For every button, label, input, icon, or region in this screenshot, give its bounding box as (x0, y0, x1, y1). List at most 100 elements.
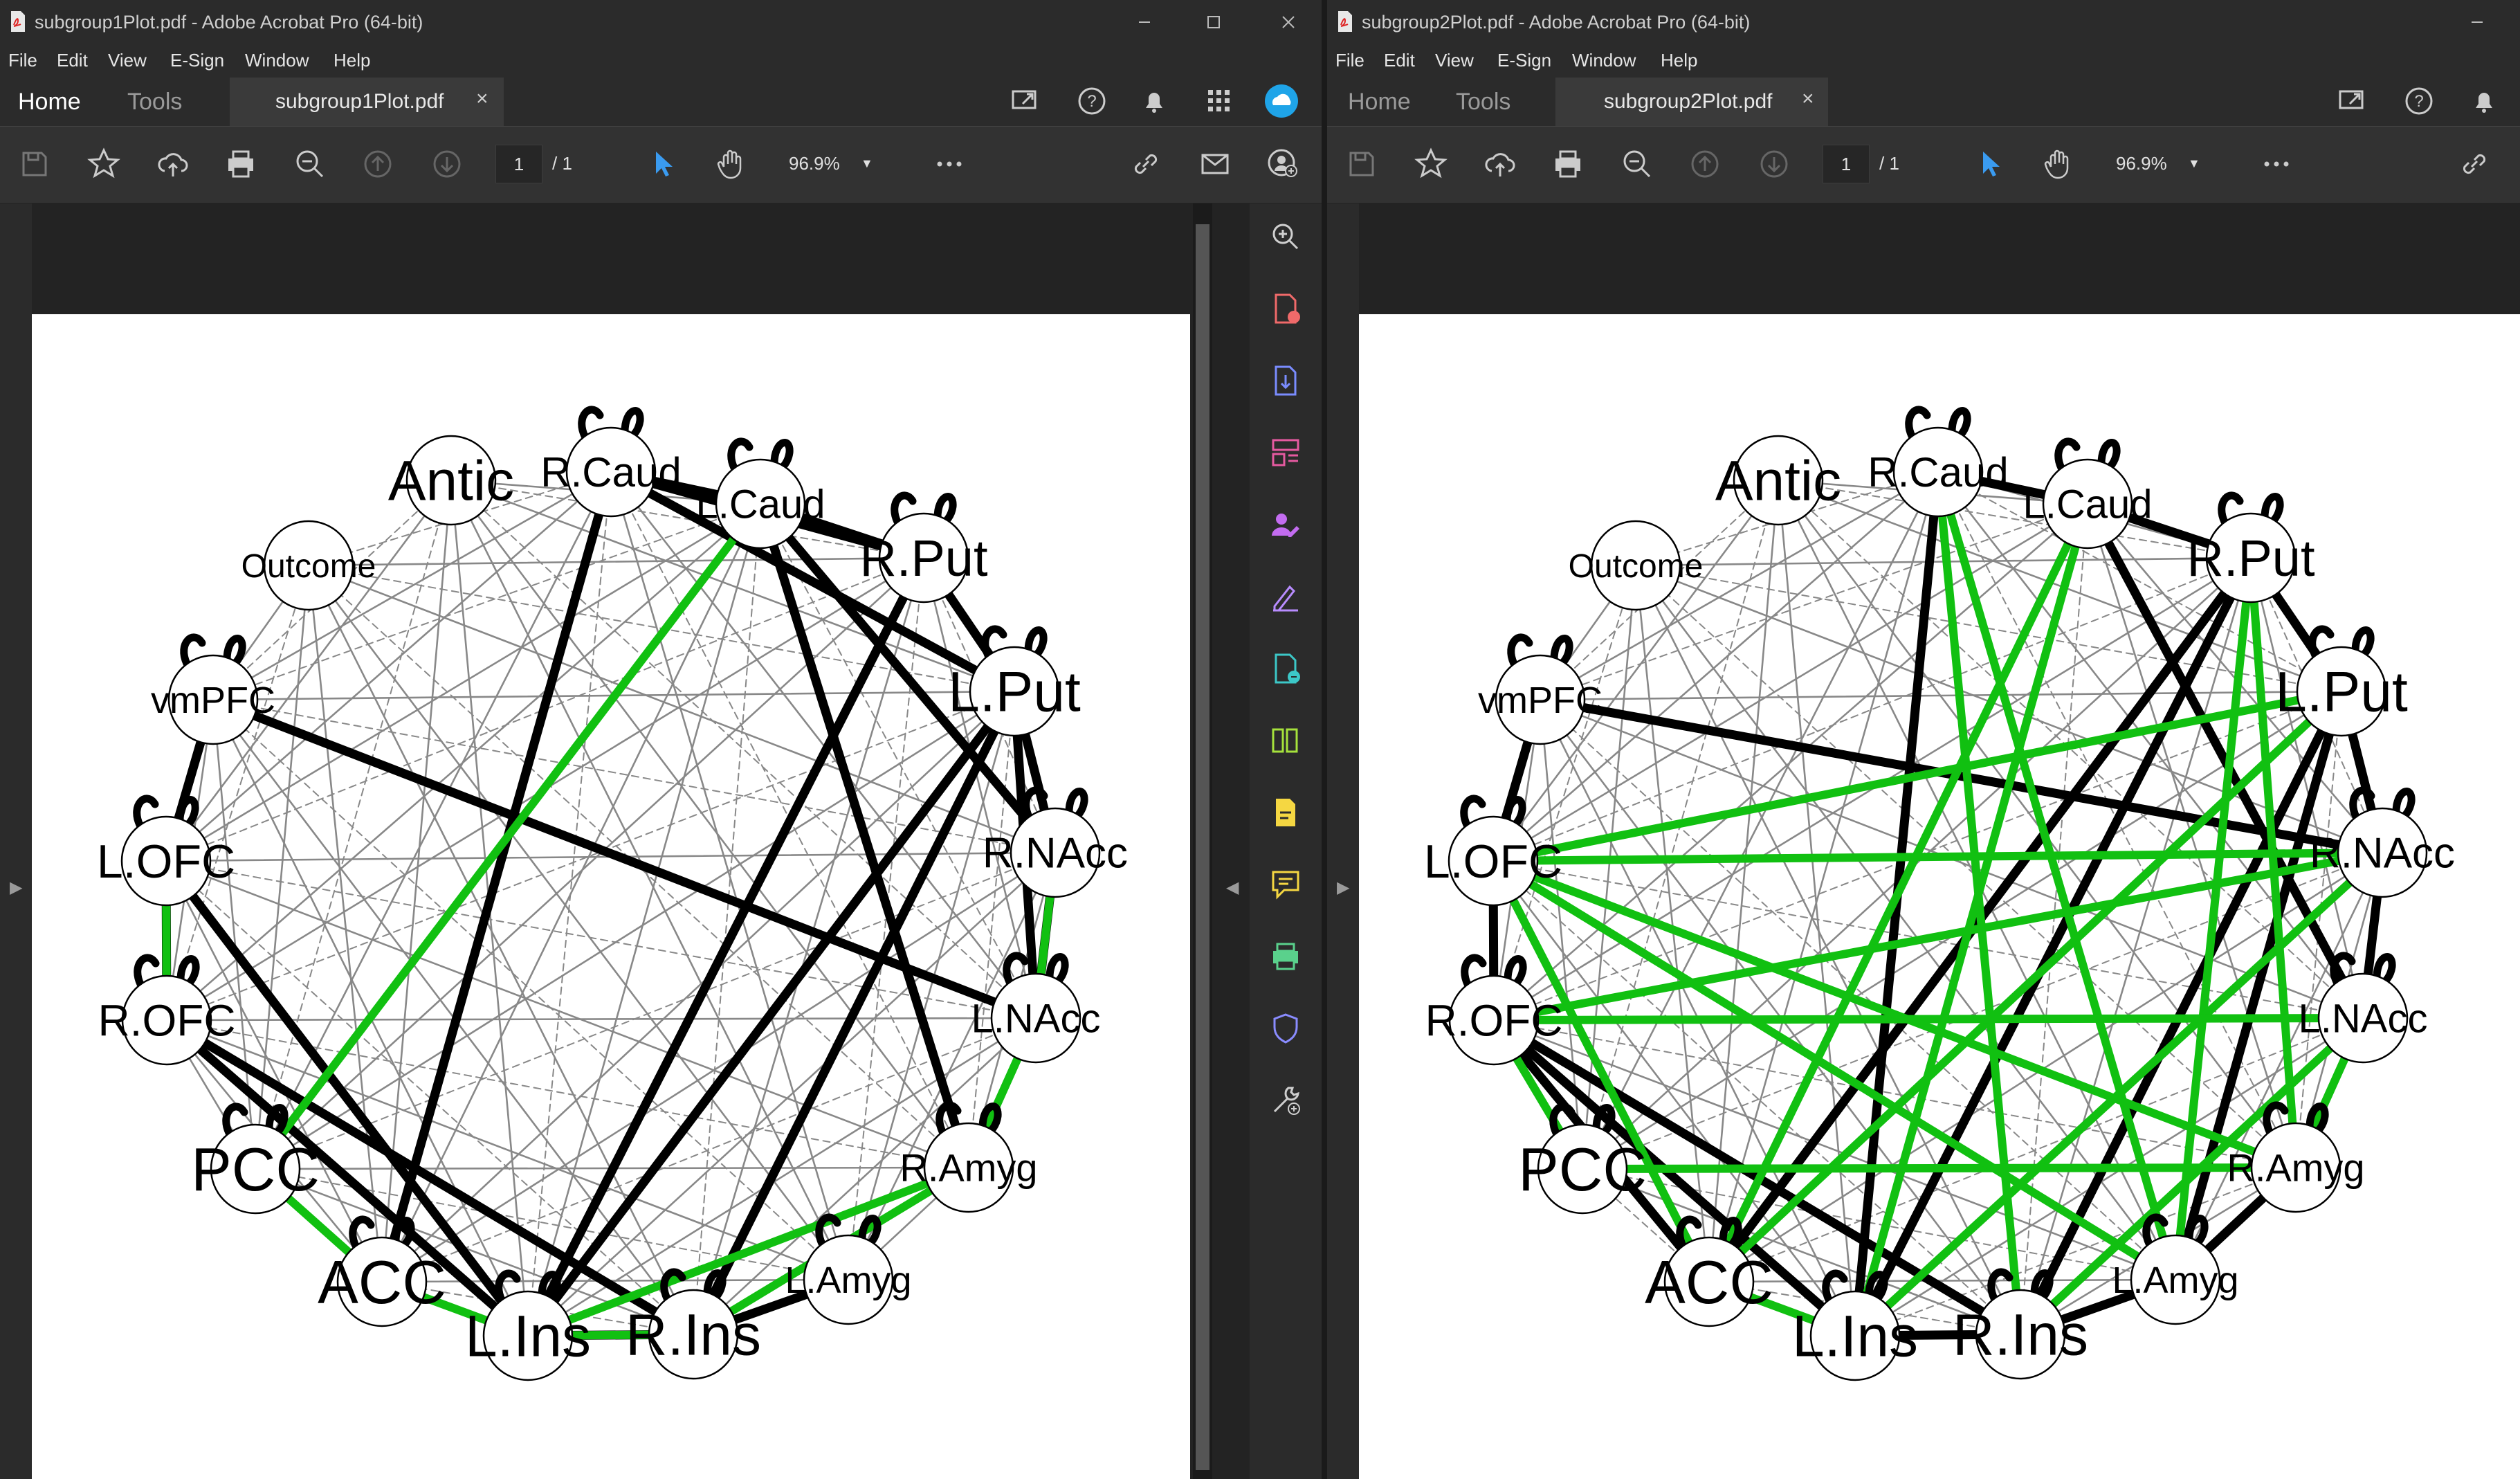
expand-left-panel-icon[interactable]: ▶ (10, 878, 22, 898)
share-screen-icon[interactable] (2335, 83, 2371, 119)
more-tools-icon[interactable] (1268, 1082, 1304, 1118)
menu-view[interactable]: View (108, 50, 147, 71)
more-options-icon[interactable] (931, 146, 967, 182)
upload-cloud-icon[interactable] (1482, 146, 1518, 182)
zoom-out-icon[interactable] (292, 146, 328, 182)
maximize-icon[interactable] (1198, 7, 1229, 37)
node-label: R.Caud (1868, 449, 2008, 496)
upload-cloud-icon[interactable] (155, 146, 191, 182)
next-page-icon[interactable] (1756, 146, 1792, 182)
select-cursor-icon[interactable] (1972, 146, 2008, 182)
compress-icon[interactable] (1268, 723, 1304, 759)
help-icon[interactable]: ? (1074, 83, 1110, 119)
left-panel-toggle[interactable]: ▶ (1327, 203, 1359, 1479)
node-label: L.Amyg (785, 1260, 911, 1301)
fill-sign-icon[interactable] (1268, 579, 1304, 615)
expand-left-panel-icon[interactable]: ▶ (1337, 878, 1349, 898)
print-icon[interactable] (1550, 146, 1586, 182)
node-label: R.Ins (1953, 1302, 2088, 1367)
tab-document[interactable]: subgroup2Plot.pdf × (1555, 78, 1828, 126)
document-viewer[interactable]: ▶ R.Caud L.Caud R.Put L.Put R.NAcc L.NAcc R.Am… (0, 203, 1322, 1479)
close-tab-icon[interactable]: × (1802, 87, 1814, 111)
previous-page-icon[interactable] (1687, 146, 1723, 182)
vertical-scrollbar[interactable] (1193, 203, 1212, 1479)
menu-file[interactable]: File (8, 50, 37, 71)
organize-pages-icon[interactable] (1268, 435, 1304, 471)
help-icon[interactable]: ? (2401, 83, 2437, 119)
node-label: R.Put (2186, 529, 2315, 587)
title-bar: subgroup1Plot.pdf - Adobe Acrobat Pro (6… (0, 0, 1322, 44)
export-pdf-icon[interactable] (1268, 363, 1304, 399)
graph-edge (1708, 1278, 2177, 1283)
hand-tool-icon[interactable] (713, 146, 749, 182)
menu-edit[interactable]: Edit (1384, 50, 1415, 71)
zoom-select[interactable]: 96.9% ▼ (779, 145, 873, 182)
close-icon[interactable] (1273, 7, 1304, 37)
node-label: L.OFC (97, 835, 235, 888)
page-number-input[interactable]: 1 (1823, 145, 1870, 183)
print-production-icon[interactable] (1268, 938, 1304, 974)
hand-tool-icon[interactable] (2040, 146, 2076, 182)
link-share-icon[interactable] (1128, 146, 1164, 182)
menu-edit[interactable]: Edit (57, 50, 88, 71)
protect-icon[interactable] (1268, 1010, 1304, 1046)
cloud-account-icon[interactable] (1263, 83, 1299, 119)
left-panel-toggle[interactable]: ▶ (0, 203, 32, 1479)
tab-tools[interactable]: Tools (1456, 89, 1510, 116)
previous-page-icon[interactable] (360, 146, 396, 182)
save-icon[interactable] (1344, 146, 1380, 182)
zoom-out-icon[interactable] (1619, 146, 1655, 182)
document-viewer[interactable]: ▶ R.Caud L.Caud R.Put L.Put R.NAcc L.NAcc R.Am… (1327, 203, 2520, 1479)
node-label: L.Put (948, 661, 1081, 724)
search-zoom-icon[interactable] (1268, 219, 1304, 255)
share-screen-icon[interactable] (1007, 83, 1043, 119)
node-label: vmPFC (151, 680, 275, 721)
node-label: R.Amyg (2227, 1146, 2364, 1190)
tab-home[interactable]: Home (18, 89, 81, 116)
graph-edge (693, 503, 761, 1335)
create-pdf-icon[interactable] (1268, 291, 1304, 327)
menu-help[interactable]: Help (1661, 50, 1697, 71)
scrollbar-thumb[interactable] (1196, 224, 1209, 1470)
menu-esign[interactable]: E-Sign (1497, 50, 1551, 71)
menu-window[interactable]: Window (245, 50, 309, 71)
apps-grid-icon[interactable] (1201, 83, 1237, 119)
select-cursor-icon[interactable] (645, 146, 681, 182)
minimize-icon[interactable] (1129, 7, 1160, 37)
tab-tools[interactable]: Tools (127, 89, 182, 116)
menu-file[interactable]: File (1335, 50, 1364, 71)
bookmark-star-icon[interactable] (86, 146, 122, 182)
more-options-icon[interactable] (2258, 146, 2294, 182)
menu-esign[interactable]: E-Sign (170, 50, 224, 71)
title-bar: subgroup2Plot.pdf - Adobe Acrobat Pro (6… (1327, 0, 2520, 44)
request-signature-icon[interactable] (1268, 507, 1304, 543)
tab-home[interactable]: Home (1348, 89, 1411, 116)
window-title: subgroup2Plot.pdf - Adobe Acrobat Pro (6… (1362, 12, 1751, 33)
print-icon[interactable] (223, 146, 259, 182)
link-share-icon[interactable] (2456, 146, 2492, 182)
save-icon[interactable] (17, 146, 53, 182)
next-page-icon[interactable] (429, 146, 465, 182)
email-icon[interactable] (1197, 146, 1233, 182)
tab-document[interactable]: subgroup1Plot.pdf × (230, 78, 504, 126)
comment-icon[interactable] (1268, 866, 1304, 902)
menu-help[interactable]: Help (334, 50, 370, 71)
collapse-tools-panel-icon[interactable]: ◀ (1226, 878, 1239, 898)
page-number-input[interactable]: 1 (495, 145, 542, 183)
graph-edge (307, 556, 925, 567)
notifications-bell-icon[interactable] (1136, 83, 1172, 119)
minimize-icon[interactable] (2462, 7, 2492, 37)
menu-window[interactable]: Window (1572, 50, 1636, 71)
zoom-select[interactable]: 96.9% ▼ (2106, 145, 2200, 182)
node-label: R.OFC (1425, 995, 1562, 1045)
close-tab-icon[interactable]: × (476, 87, 489, 111)
comment-note-icon[interactable] (1268, 795, 1304, 831)
user-add-icon[interactable] (1265, 146, 1301, 182)
menu-view[interactable]: View (1435, 50, 1474, 71)
graph-edge (165, 860, 1037, 1019)
pdf-page: R.Caud L.Caud R.Put L.Put R.NAcc L.NAcc R.Amyg… (1359, 314, 2520, 1479)
notifications-bell-icon[interactable] (2466, 83, 2502, 119)
bookmark-star-icon[interactable] (1413, 146, 1449, 182)
send-review-icon[interactable] (1268, 651, 1304, 687)
acrobat-pdf-icon (11, 11, 25, 32)
